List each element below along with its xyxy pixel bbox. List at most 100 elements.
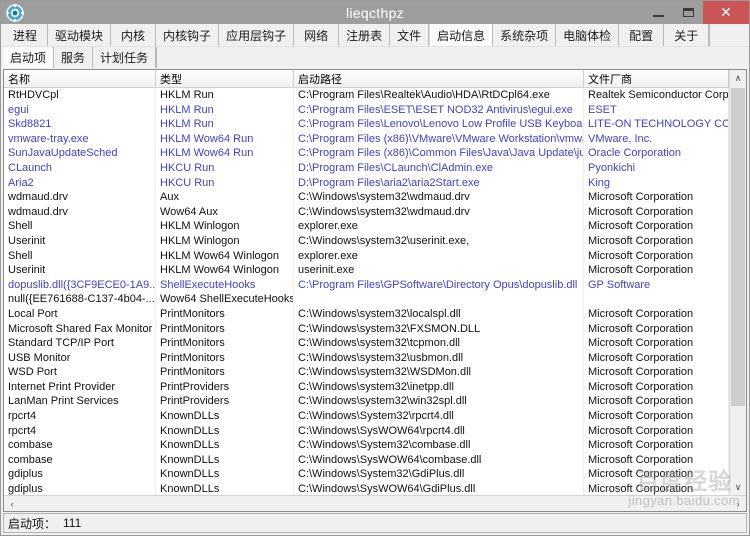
cell-name: Shell — [4, 219, 156, 234]
window-title: lieqcthpz — [1, 5, 749, 21]
table-row[interactable]: eguiHKLM RunC:\Program Files\ESET\ESET N… — [4, 103, 729, 118]
cell-type: HKLM Wow64 Run — [156, 132, 294, 147]
table-row[interactable]: CLaunchHKCU RunD:\Program Files\CLaunch\… — [4, 161, 729, 176]
table-row[interactable]: Local PortPrintMonitorsC:\Windows\system… — [4, 307, 729, 322]
table-row[interactable]: Skd8821HKLM RunC:\Program Files\Lenovo\L… — [4, 117, 729, 132]
minimize-button[interactable] — [643, 1, 673, 24]
tab-driver-modules[interactable]: 驱动模块 — [48, 24, 111, 46]
vertical-scroll-thumb[interactable] — [731, 88, 745, 406]
table-row[interactable]: rpcrt4KnownDLLsC:\Windows\SysWOW64\rpcrt… — [4, 424, 729, 439]
column-header-row[interactable]: 名称 类型 启动路径 文件厂商 — [4, 70, 729, 88]
cell-vendor: Microsoft Corporation — [584, 234, 729, 249]
table-row[interactable]: SunJavaUpdateSchedHKLM Wow64 RunC:\Progr… — [4, 146, 729, 161]
cell-vendor: LITE-ON TECHNOLOGY CORP. — [584, 117, 729, 132]
tab-kernel-hooks[interactable]: 内核钩子 — [156, 24, 219, 46]
horizontal-scroll-track[interactable] — [20, 496, 730, 511]
scroll-up-button[interactable]: ∧ — [730, 70, 746, 86]
table-row[interactable]: null({EE761688-C137-4b04-...Wow64 ShellE… — [4, 292, 729, 307]
cell-vendor: Microsoft Corporation — [584, 307, 729, 322]
window-controls: ✕ — [643, 1, 749, 24]
tab-pc-checkup[interactable]: 电脑体检 — [556, 24, 619, 46]
cell-name: USB Monitor — [4, 351, 156, 366]
maximize-button[interactable] — [673, 1, 703, 24]
table-row[interactable]: ShellHKLM Wow64 Winlogonexplorer.exeMicr… — [4, 249, 729, 264]
tab-label: 内核 — [121, 27, 145, 44]
close-button[interactable]: ✕ — [703, 1, 749, 24]
title-bar[interactable]: lieqcthpz ✕ — [1, 1, 749, 24]
tab-system-misc[interactable]: 系统杂项 — [493, 24, 556, 46]
table-row[interactable]: combaseKnownDLLsC:\Windows\System32\comb… — [4, 438, 729, 453]
tab-app-layer-hooks[interactable]: 应用层钩子 — [219, 24, 294, 46]
table-row[interactable]: UserinitHKLM WinlogonC:\Windows\system32… — [4, 234, 729, 249]
table-row[interactable]: vmware-tray.exeHKLM Wow64 RunC:\Program … — [4, 132, 729, 147]
vertical-scrollbar[interactable]: ∧ ∨ — [729, 70, 746, 495]
tab-startup-info[interactable]: 启动信息 — [429, 24, 493, 46]
subtab-scheduled-tasks[interactable]: 计划任务 — [93, 47, 156, 68]
cell-name: rpcrt4 — [4, 424, 156, 439]
main-tab-bar[interactable]: 进程 驱动模块 内核 内核钩子 应用层钩子 网络 注册表 文件 启动信息 系统杂… — [1, 24, 749, 47]
table-row[interactable]: LanMan Print ServicesPrintProvidersC:\Wi… — [4, 394, 729, 409]
column-header-type[interactable]: 类型 — [156, 70, 294, 87]
table-row[interactable]: wdmaud.drvWow64 AuxC:\Windows\system32\w… — [4, 205, 729, 220]
table-row[interactable]: RtHDVCplHKLM RunC:\Program Files\Realtek… — [4, 88, 729, 103]
vertical-scroll-track[interactable] — [730, 86, 746, 479]
cell-type: KnownDLLs — [156, 424, 294, 439]
status-label: 启动项： — [8, 515, 56, 532]
cell-vendor: Oracle Corporation — [584, 146, 729, 161]
tab-files[interactable]: 文件 — [390, 24, 429, 46]
table-row[interactable]: dopuslib.dll({3CF9ECE0-1A9...ShellExecut… — [4, 278, 729, 293]
cell-path: C:\Program Files\Realtek\Audio\HDA\RtDCp… — [294, 88, 584, 103]
cell-type: HKLM Run — [156, 117, 294, 132]
scroll-right-button[interactable]: › — [730, 496, 746, 511]
tab-label: 驱动模块 — [55, 27, 103, 44]
cell-path: C:\Windows\system32\wdmaud.drv — [294, 205, 584, 220]
table-row[interactable]: Aria2HKCU RunD:\Program Files\aria2\aria… — [4, 176, 729, 191]
cell-name: dopuslib.dll({3CF9ECE0-1A9... — [4, 278, 156, 293]
table-row[interactable]: WSD PortPrintMonitorsC:\Windows\system32… — [4, 365, 729, 380]
cell-type: HKLM Run — [156, 103, 294, 118]
cell-vendor: Pyonkichi — [584, 161, 729, 176]
cell-type: PrintMonitors — [156, 307, 294, 322]
cell-vendor: Microsoft Corporation — [584, 482, 729, 495]
sub-tab-bar[interactable]: 启动项 服务 计划任务 — [1, 47, 749, 68]
cell-path: C:\Windows\SysWOW64\combase.dll — [294, 453, 584, 468]
tab-config[interactable]: 配置 — [619, 24, 664, 46]
tab-label: 启动信息 — [437, 27, 485, 44]
tab-about[interactable]: 关于 — [664, 24, 709, 46]
tab-registry[interactable]: 注册表 — [339, 24, 390, 46]
subtab-startup-items[interactable]: 启动项 — [3, 47, 54, 68]
cell-path: C:\Windows\SysWOW64\GdiPlus.dll — [294, 482, 584, 495]
table-row[interactable]: gdiplusKnownDLLsC:\Windows\System32\GdiP… — [4, 467, 729, 482]
horizontal-scrollbar[interactable]: ‹ › — [4, 495, 746, 511]
table-row[interactable]: Internet Print ProviderPrintProvidersC:\… — [4, 380, 729, 395]
table-row[interactable]: USB MonitorPrintMonitorsC:\Windows\syste… — [4, 351, 729, 366]
table-row[interactable]: ShellHKLM Winlogonexplorer.exeMicrosoft … — [4, 219, 729, 234]
cell-path: D:\Program Files\aria2\aria2Start.exe — [294, 176, 584, 191]
table-row[interactable]: Standard TCP/IP PortPrintMonitorsC:\Wind… — [4, 336, 729, 351]
cell-path: C:\Windows\system32\userinit.exe, — [294, 234, 584, 249]
tab-kernel[interactable]: 内核 — [111, 24, 156, 46]
table-row[interactable]: gdiplusKnownDLLsC:\Windows\SysWOW64\GdiP… — [4, 482, 729, 495]
close-icon: ✕ — [720, 4, 732, 21]
column-header-path[interactable]: 启动路径 — [294, 70, 584, 87]
table-row[interactable]: Microsoft Shared Fax MonitorPrintMonitor… — [4, 322, 729, 337]
scroll-down-button[interactable]: ∨ — [730, 479, 746, 495]
cell-path: C:\Windows\system32\wdmaud.drv — [294, 190, 584, 205]
cell-name: Aria2 — [4, 176, 156, 191]
startup-rows[interactable]: RtHDVCplHKLM RunC:\Program Files\Realtek… — [4, 88, 729, 495]
startup-grid: 名称 类型 启动路径 文件厂商 RtHDVCplHKLM RunC:\Progr… — [4, 70, 729, 495]
table-row[interactable]: rpcrt4KnownDLLsC:\Windows\System32\rpcrt… — [4, 409, 729, 424]
column-header-vendor[interactable]: 文件厂商 — [584, 70, 729, 87]
table-row[interactable]: wdmaud.drvAuxC:\Windows\system32\wdmaud.… — [4, 190, 729, 205]
cell-type: PrintMonitors — [156, 322, 294, 337]
cell-name: wdmaud.drv — [4, 205, 156, 220]
tab-network[interactable]: 网络 — [294, 24, 339, 46]
tab-processes[interactable]: 进程 — [3, 24, 48, 46]
subtab-services[interactable]: 服务 — [54, 47, 93, 68]
scroll-left-button[interactable]: ‹ — [4, 496, 20, 511]
cell-name: Skd8821 — [4, 117, 156, 132]
cell-type: KnownDLLs — [156, 467, 294, 482]
table-row[interactable]: combaseKnownDLLsC:\Windows\SysWOW64\comb… — [4, 453, 729, 468]
column-header-name[interactable]: 名称 — [4, 70, 156, 87]
table-row[interactable]: UserinitHKLM Wow64 Winlogonuserinit.exeM… — [4, 263, 729, 278]
